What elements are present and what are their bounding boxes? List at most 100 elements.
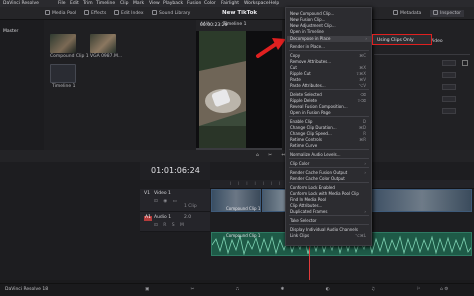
menu-conform-lock-enabled[interactable]: Conform Lock Enabled <box>290 185 335 190</box>
timecode-box: 01:01:06:24 <box>140 162 210 180</box>
menu-change-clip-speed[interactable]: Change Clip Speed... R <box>290 131 370 136</box>
inspector-button[interactable]: Inspector <box>430 10 464 17</box>
app-name-menu[interactable]: DaVinci Resolve <box>3 1 39 6</box>
clip-thumbnail[interactable] <box>50 34 76 53</box>
menu-paste[interactable]: Paste ⌘V <box>290 77 370 82</box>
metadata-button[interactable]: Metadata <box>393 10 421 17</box>
menu-link-clips[interactable]: Link Clips ⌥⌘L <box>290 233 370 238</box>
menu-fusion[interactable]: Fusion <box>187 1 201 6</box>
timeline-thumbnail[interactable] <box>50 64 76 83</box>
sound-library-icon <box>152 10 157 15</box>
decompose-label: Decompose in Place <box>290 36 331 41</box>
menu-playback[interactable]: Playback <box>163 1 183 6</box>
menu-new-adjustment-clip[interactable]: New Adjustment Clip... <box>290 23 336 28</box>
menu-timeline[interactable]: Timeline <box>96 1 115 6</box>
effects-button[interactable]: Effects <box>84 10 106 17</box>
zoom-x-field[interactable] <box>442 60 456 66</box>
audio-track-label: A1 <box>144 215 152 221</box>
retime-controls-label: Retime Controls <box>290 137 322 142</box>
menu-mark[interactable]: Mark <box>133 1 144 6</box>
menu-clip-color[interactable]: Clip Color › <box>290 161 370 166</box>
video-track-controls[interactable]: ⊡ ◉ ▭ <box>154 199 179 205</box>
menu-separator <box>289 149 369 150</box>
menu-separator <box>289 167 369 168</box>
menu-fairlight[interactable]: Fairlight <box>221 1 239 6</box>
menu-open-in-timeline[interactable]: Open in Timeline <box>290 29 324 34</box>
menu-ripple-delete[interactable]: Ripple Delete ⇧⌫ <box>290 98 370 103</box>
menu-duplicated-frames[interactable]: Duplicated Frames › <box>290 209 370 214</box>
menu-find-in-media-pool[interactable]: Find In Media Pool <box>290 197 326 202</box>
menu-render-cache-color[interactable]: Render Cache Color Output <box>290 176 345 181</box>
menu-separator <box>289 50 369 51</box>
sound-library-button[interactable]: Sound Library <box>152 10 190 17</box>
menu-workspace[interactable]: Workspace <box>244 1 269 6</box>
menu-reveal-fusion-composition[interactable]: Reveal Fusion Composition... <box>290 104 348 109</box>
sound-library-label: Sound Library <box>159 11 191 16</box>
ripple-delete-shortcut: ⇧⌫ <box>356 98 366 103</box>
clip-label: VGA 0987.M... <box>90 54 123 59</box>
menu-decompose-in-place[interactable]: Decompose in Place › <box>287 36 371 42</box>
clip-thumbnail[interactable] <box>90 34 116 53</box>
menu-enable-clip[interactable]: Enable Clip D <box>290 119 370 124</box>
menu-file[interactable]: File <box>58 1 66 6</box>
pitch-field[interactable] <box>442 108 456 114</box>
menu-help[interactable]: Help <box>269 1 279 6</box>
menu-change-clip-duration[interactable]: Change Clip Duration... ⌘D <box>290 125 370 130</box>
delete-shortcut: ⌫ <box>360 92 366 97</box>
media-pool-button[interactable]: Media Pool <box>45 10 76 17</box>
menubar: DaVinci Resolve File Edit Trim Timeline … <box>0 0 474 7</box>
zoom-reset-icon[interactable] <box>462 60 468 66</box>
menu-view[interactable]: View <box>149 1 160 6</box>
paste-label: Paste <box>290 77 301 82</box>
timeline-toolbar: ⌂ ✂ ⇔ ⬚ ⌖ ⚑ <box>0 150 474 162</box>
menu-render-in-place[interactable]: Render in Place... <box>290 44 325 49</box>
edit-index-button[interactable]: Edit Index <box>114 10 144 17</box>
menu-normalize-audio[interactable]: Normalize Audio Levels... <box>290 152 341 157</box>
paste-attributes-shortcut: ⌥V <box>358 83 366 88</box>
menu-clip-attributes[interactable]: Clip Attributes... <box>290 203 322 208</box>
enable-clip-label: Enable Clip <box>290 119 313 124</box>
page-tabs[interactable]: ▣ ✂ ⎍ ✱ ◐ ♫ ⚐ <box>145 287 441 293</box>
anchor-field[interactable] <box>442 96 456 102</box>
home-icon[interactable]: ⌂ ⚙ <box>440 287 448 293</box>
rotation-field[interactable] <box>442 84 456 90</box>
video-track-label: V1 <box>144 191 150 196</box>
video-track-name[interactable]: Video 1 <box>154 191 171 197</box>
inspector-icon <box>433 10 438 15</box>
menu-ripple-cut[interactable]: Ripple Cut ⇧⌘X <box>290 71 370 76</box>
menu-open-in-fusion-page[interactable]: Open in Fusion Page <box>290 110 331 115</box>
cut-shortcut: ⌘X <box>359 65 366 70</box>
menu-delete-selected[interactable]: Delete Selected ⌫ <box>290 92 370 97</box>
menu-conform-lock-media-pool[interactable]: Conform Lock with Media Pool Clip <box>290 191 359 196</box>
menu-separator <box>289 89 369 90</box>
menu-edit[interactable]: Edit <box>70 1 79 6</box>
menu-take-selector[interactable]: Take Selector <box>290 218 317 223</box>
menu-remove-attributes[interactable]: Remove Attributes... <box>290 59 331 64</box>
duration-label: Change Clip Duration... <box>290 125 337 130</box>
menu-clip[interactable]: Clip <box>120 1 129 6</box>
project-title: New TikTok <box>222 10 258 16</box>
menu-copy[interactable]: Copy ⌘C <box>290 53 370 58</box>
audio-track-header: A1 Audio 1 2.0 ⊡ R S M <box>140 212 210 232</box>
menu-trim[interactable]: Trim <box>83 1 93 6</box>
menu-new-fusion-clip[interactable]: New Fusion Clip... <box>290 17 325 22</box>
menu-separator <box>289 215 369 216</box>
audio-track-controls[interactable]: ⊡ R S M <box>154 223 186 229</box>
menu-new-compound-clip[interactable]: New Compound Clip... <box>290 11 334 16</box>
menu-paste-attributes[interactable]: Paste Attributes... ⌥V <box>290 83 370 88</box>
menu-retime-curve[interactable]: Retime Curve <box>290 143 317 148</box>
menu-color[interactable]: Color <box>204 1 216 6</box>
audio-track-name[interactable]: Audio 1 <box>154 215 171 221</box>
master-bin[interactable]: Master <box>3 29 18 35</box>
top-toolbar: Media Pool Effects Edit Index Sound Libr… <box>0 7 474 20</box>
menu-cut[interactable]: Cut ⌘X <box>290 65 370 70</box>
video-clip[interactable] <box>372 189 472 212</box>
highlight-box-annotation <box>372 34 432 45</box>
menu-render-cache-fusion[interactable]: Render Cache Fusion Output › <box>290 170 370 175</box>
copy-label: Copy <box>290 53 301 58</box>
timeline-label: Timeline 1 <box>52 84 76 89</box>
edit-index-icon <box>114 10 119 15</box>
menu-display-individual-audio-channels[interactable]: Display Individual Audio Channels <box>290 227 358 232</box>
position-x-field[interactable] <box>442 72 456 78</box>
menu-retime-controls[interactable]: Retime Controls ⌘R <box>290 137 370 142</box>
